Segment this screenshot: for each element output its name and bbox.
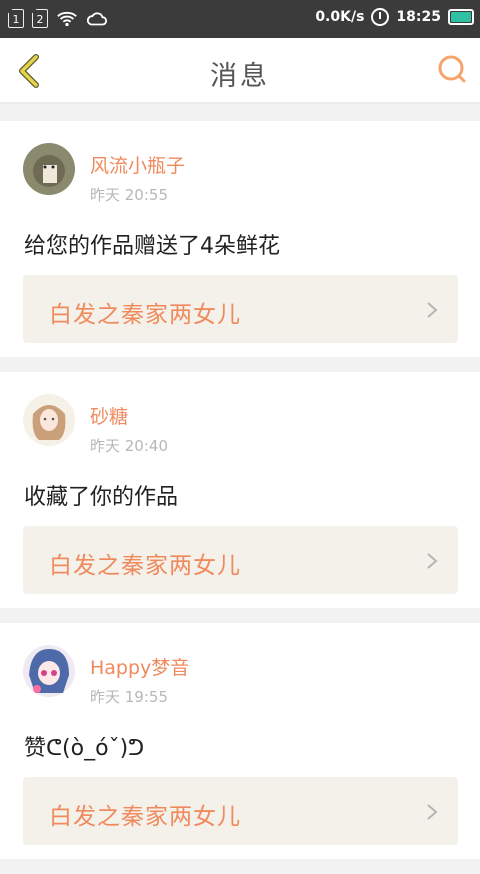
message-list: 风流小瓶子 昨天 20:55 给您的作品赠送了4朵鲜花 白发之秦家两女儿 砂糖 … [0,121,480,874]
chevron-right-icon [427,553,438,569]
sender-name[interactable]: 砂糖 [90,402,128,429]
wifi-icon [57,11,77,26]
avatar[interactable] [23,143,75,195]
cloud-icon [86,11,108,25]
avatar[interactable] [23,394,75,446]
sim2-icon: 2 [32,9,48,28]
sim1-icon: 1 [8,9,24,28]
alarm-icon [371,8,390,26]
status-left: 1 2 [8,9,108,28]
header-bar: 消息 [0,38,480,104]
work-title: 白发之秦家两女儿 [49,302,241,328]
message-item[interactable]: 风流小瓶子 昨天 20:55 给您的作品赠送了4朵鲜花 白发之秦家两女儿 [0,121,480,357]
avatar[interactable] [23,645,75,697]
battery-fill [451,12,471,22]
network-speed: 0.0K/s [315,9,365,25]
work-link[interactable]: 白发之秦家两女儿 [23,526,458,594]
work-link[interactable]: 白发之秦家两女儿 [23,275,458,343]
work-link[interactable]: 白发之秦家两女儿 [23,777,458,845]
status-right: 0.0K/s 18:25 [315,8,474,26]
message-text: 赞ᕦ(ò_óˇ)ᕤ [24,736,145,761]
sender-name[interactable]: 风流小瓶子 [90,151,185,178]
message-time: 昨天 20:40 [90,437,168,455]
battery-icon [448,9,474,25]
search-icon[interactable] [436,54,468,86]
chevron-right-icon [427,302,438,318]
work-title: 白发之秦家两女儿 [49,553,241,579]
sender-name[interactable]: Happy梦音 [90,653,189,680]
message-time: 昨天 19:55 [90,688,168,706]
page-title: 消息 [210,61,270,92]
chevron-right-icon [427,804,438,820]
message-text: 给您的作品赠送了4朵鲜花 [24,234,280,259]
status-bar: 1 2 0.0K/s 18:25 [0,0,480,38]
message-time: 昨天 20:55 [90,186,168,204]
message-item[interactable]: Happy梦音 昨天 19:55 赞ᕦ(ò_óˇ)ᕤ 白发之秦家两女儿 [0,623,480,859]
message-item[interactable]: 砂糖 昨天 20:40 收藏了你的作品 白发之秦家两女儿 [0,372,480,608]
work-title: 白发之秦家两女儿 [49,804,241,830]
clock: 18:25 [396,9,441,25]
message-text: 收藏了你的作品 [24,485,179,510]
